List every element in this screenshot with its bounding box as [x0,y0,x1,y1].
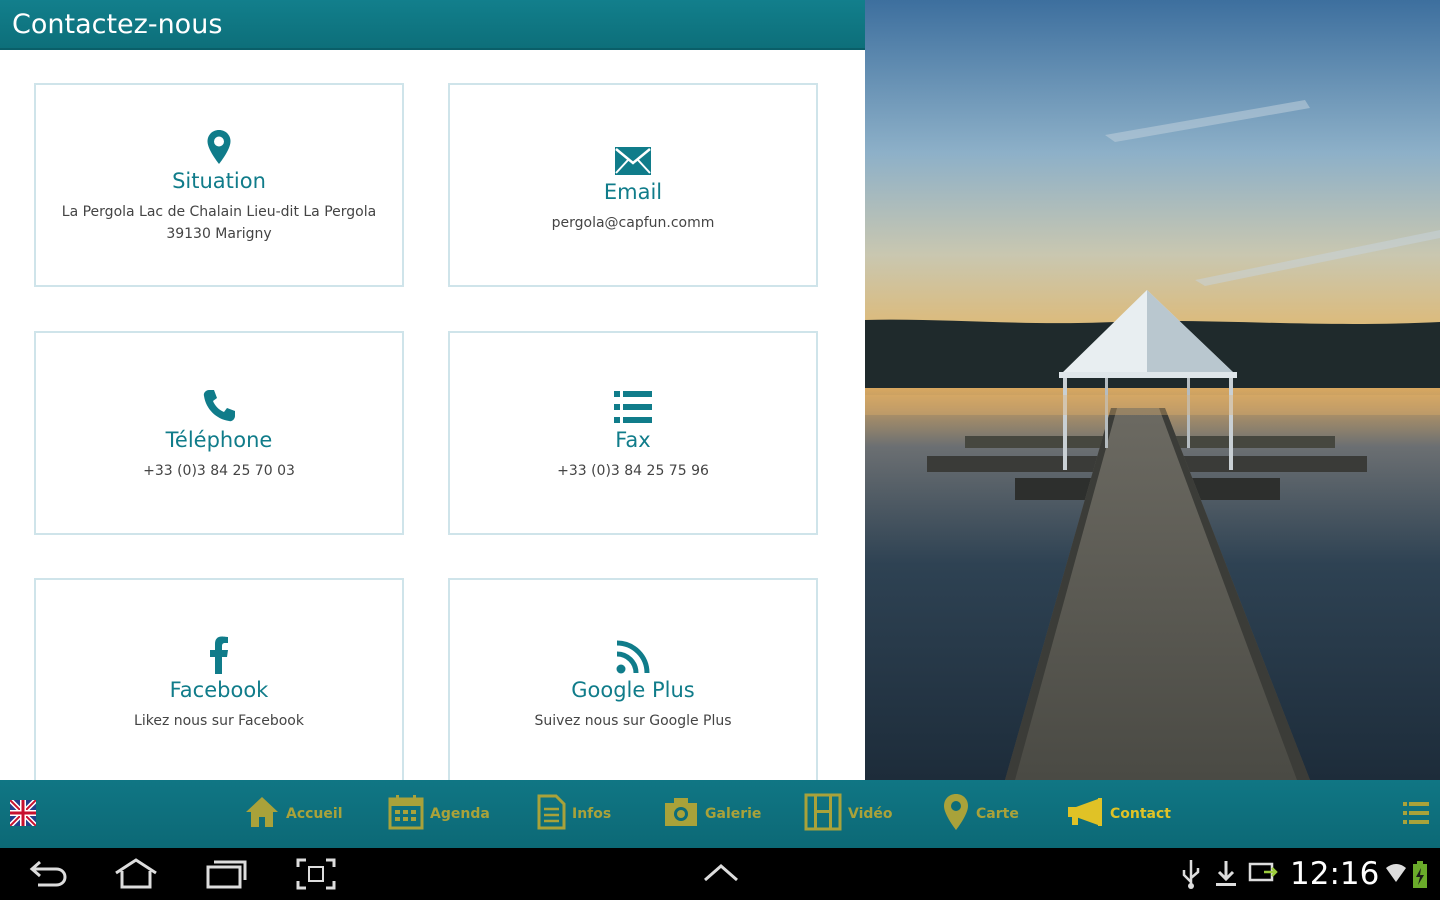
card-title: Email [603,180,663,204]
rss-icon [616,634,650,674]
nav-label: Carte [976,806,1019,822]
screen-share-icon [1248,858,1280,894]
clock: 12:16 [1290,856,1380,892]
nav-label: Agenda [430,806,490,822]
chevron-up-icon[interactable] [702,858,740,890]
contact-panel: Contactez-nous Situation La Pergola Lac … [0,0,865,780]
card-subtitle: Likez nous sur Facebook [134,713,304,729]
nav-label: Contact [1110,806,1171,822]
card-title: Fax [615,428,651,452]
facebook-icon [209,634,229,674]
nav-agenda[interactable]: Agenda [388,790,490,838]
address-line-2: 39130 Marigny [166,226,272,242]
system-bar: 12:16 [0,848,1440,900]
hamburger-icon[interactable] [1403,801,1429,829]
megaphone-icon [1066,797,1104,831]
page-title: Contactez-nous [12,9,223,40]
film-icon [804,793,842,835]
map-pin-icon [206,125,232,165]
usb-icon [1180,858,1202,894]
page-header: Contactez-nous [0,0,865,50]
home-button-icon[interactable] [112,858,160,894]
home-icon [244,795,280,833]
card-title: Téléphone [165,428,273,452]
contact-card-situation[interactable]: Situation La Pergola Lac de Chalain Lieu… [34,83,404,287]
nav-label: Vidéo [848,806,893,822]
envelope-icon [614,136,652,176]
address-line-1: La Pergola Lac de Chalain Lieu-dit La Pe… [61,204,377,220]
nav-video[interactable]: Vidéo [804,790,893,838]
contact-card-fax[interactable]: Fax +33 (0)3 84 25 75 96 [448,331,818,535]
card-subtitle: Suivez nous sur Google Plus [534,713,732,729]
card-subtitle: +33 (0)3 84 25 75 96 [557,463,709,479]
card-title: Google Plus [571,678,695,702]
card-title: Situation [172,169,266,193]
battery-icon [1410,858,1430,894]
app-root: Contactez-nous Situation La Pergola Lac … [0,0,1440,900]
document-icon [536,794,566,834]
nav-accueil[interactable]: Accueil [244,790,343,838]
card-subtitle: +33 (0)3 84 25 70 03 [143,463,295,479]
uk-flag-icon[interactable] [8,798,38,828]
lake-pier-photo [865,0,1440,780]
phone-icon [201,384,237,424]
nav-contact[interactable]: Contact [1066,790,1171,838]
contact-card-facebook[interactable]: Facebook Likez nous sur Facebook [34,578,404,780]
nav-label: Accueil [286,806,343,822]
bottom-nav: Accueil Agenda Infos Galerie Vidéo Carte… [0,780,1440,848]
back-icon[interactable] [28,858,68,894]
calendar-icon [388,794,424,834]
nav-label: Infos [572,806,612,822]
contact-card-email[interactable]: Email pergola@capfun.comm [448,83,818,287]
card-subtitle: pergola@capfun.comm [551,215,715,231]
nav-galerie[interactable]: Galerie [663,790,761,838]
list-icon [614,384,652,424]
map-pin-icon [942,793,970,835]
recent-apps-icon[interactable] [204,858,248,894]
contact-card-google-plus[interactable]: Google Plus Suivez nous sur Google Plus [448,578,818,780]
camera-icon [663,796,699,832]
screenshot-icon[interactable] [296,858,336,894]
contact-card-telephone[interactable]: Téléphone +33 (0)3 84 25 70 03 [34,331,404,535]
card-subtitle: La Pergola Lac de Chalain Lieu-dit La Pe… [62,201,376,245]
nav-carte[interactable]: Carte [942,790,1019,838]
nav-label: Galerie [705,806,762,822]
card-title: Facebook [169,678,269,702]
download-icon [1214,858,1238,894]
wifi-icon [1384,858,1408,894]
nav-infos[interactable]: Infos [536,790,611,838]
